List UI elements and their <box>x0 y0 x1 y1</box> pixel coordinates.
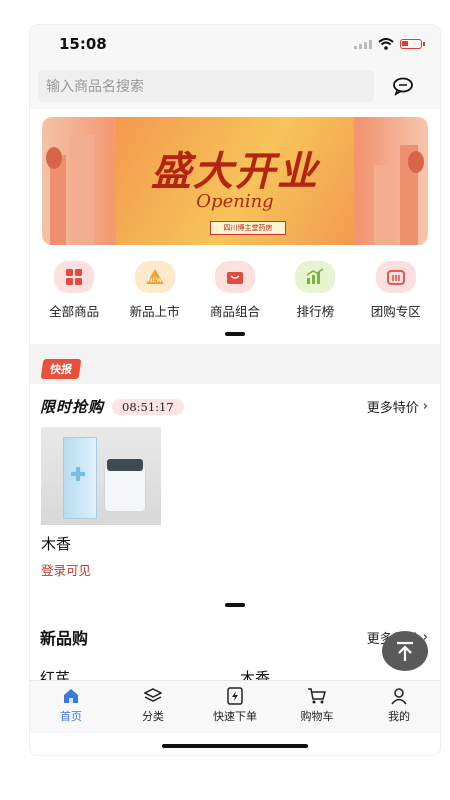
arrow-up-icon <box>397 641 413 661</box>
cart-icon <box>308 688 326 704</box>
category-all-products[interactable]: 全部商品 <box>36 261 112 320</box>
more-specials-link[interactable]: 更多特价 › <box>367 397 428 416</box>
chevron-right-icon: › <box>422 399 428 414</box>
category-menu: 全部商品 NEW 新品上市 商品组合 排行榜 团购专区 <box>30 245 440 320</box>
phone-screen: 15:08 输入商品名搜索 盛大开业 Opening 四川博主堂药房 全部商品 … <box>30 25 440 755</box>
message-button[interactable] <box>374 76 432 96</box>
signal-icon <box>354 39 372 49</box>
svg-text:NEW: NEW <box>147 277 161 284</box>
more-specials-label: 更多特价 <box>366 401 419 416</box>
flash-sale-title: 限时抢购 <box>40 398 105 416</box>
wifi-icon <box>378 38 394 50</box>
tab-label: 我的 <box>388 710 410 723</box>
tab-home[interactable]: 首页 <box>30 681 112 733</box>
flash-sale-header: 限时抢购 08:51:17 更多特价 › <box>30 396 440 417</box>
tab-label: 快速下单 <box>213 710 257 723</box>
flash-sale-countdown: 08:51:17 <box>112 398 184 415</box>
divider <box>30 344 440 354</box>
bag-icon <box>214 261 255 293</box>
chart-icon <box>295 261 336 293</box>
tab-quick-order[interactable]: 快速下单 <box>194 681 276 733</box>
product-price-note: 登录可见 <box>41 563 92 578</box>
flash-sale-product[interactable]: 木香 登录可见 <box>30 417 161 579</box>
page-indicator <box>225 332 245 336</box>
grid-icon <box>54 261 95 293</box>
quick-order-icon <box>227 687 243 705</box>
layers-icon <box>144 688 162 702</box>
category-label: 商品组合 <box>209 304 260 319</box>
new-goods-title: 新品购 <box>40 629 89 648</box>
user-icon <box>391 688 407 705</box>
tab-category[interactable]: 分类 <box>112 681 194 733</box>
home-icon <box>64 689 78 703</box>
tab-label: 首页 <box>60 710 82 723</box>
status-bar: 15:08 <box>30 25 440 63</box>
message-icon <box>393 77 413 96</box>
category-new-arrivals[interactable]: NEW 新品上市 <box>117 261 193 320</box>
search-placeholder: 输入商品名搜索 <box>46 79 144 95</box>
search-input[interactable]: 输入商品名搜索 <box>38 70 374 102</box>
category-ranking[interactable]: 排行榜 <box>277 261 353 320</box>
tab-profile[interactable]: 我的 <box>358 681 440 733</box>
category-label: 新品上市 <box>129 304 180 319</box>
battery-icon <box>400 39 425 49</box>
category-group-buy[interactable]: 团购专区 <box>358 261 434 320</box>
banner-subtitle: Opening <box>196 191 274 212</box>
category-label: 全部商品 <box>49 304 100 319</box>
category-label: 团购专区 <box>370 304 421 319</box>
home-indicator <box>162 744 308 748</box>
status-time: 15:08 <box>59 35 107 53</box>
banner-title: 盛大开业 <box>151 148 319 195</box>
product-name: 木香 <box>41 535 72 553</box>
tab-label: 分类 <box>142 710 164 723</box>
category-label: 排行榜 <box>296 304 335 319</box>
news-bar[interactable]: 快报 <box>30 354 440 384</box>
product-image <box>41 427 161 525</box>
tab-cart[interactable]: 购物车 <box>276 681 358 733</box>
tab-label: 购物车 <box>300 710 334 723</box>
group-buy-icon <box>375 261 416 293</box>
tab-bar: 首页 分类 快速下单 购物车 我的 <box>30 680 440 733</box>
new-goods-header: 新品购 更多新品 › <box>30 607 440 649</box>
status-icons <box>354 38 425 50</box>
new-product-icon: NEW <box>134 261 175 293</box>
news-badge: 快报 <box>40 359 82 379</box>
promo-banner[interactable]: 盛大开业 Opening 四川博主堂药房 <box>42 117 428 245</box>
banner-tag: 四川博主堂药房 <box>210 221 286 235</box>
category-product-bundles[interactable]: 商品组合 <box>197 261 273 320</box>
back-to-top-button[interactable] <box>382 631 428 671</box>
search-row: 输入商品名搜索 <box>30 63 440 109</box>
